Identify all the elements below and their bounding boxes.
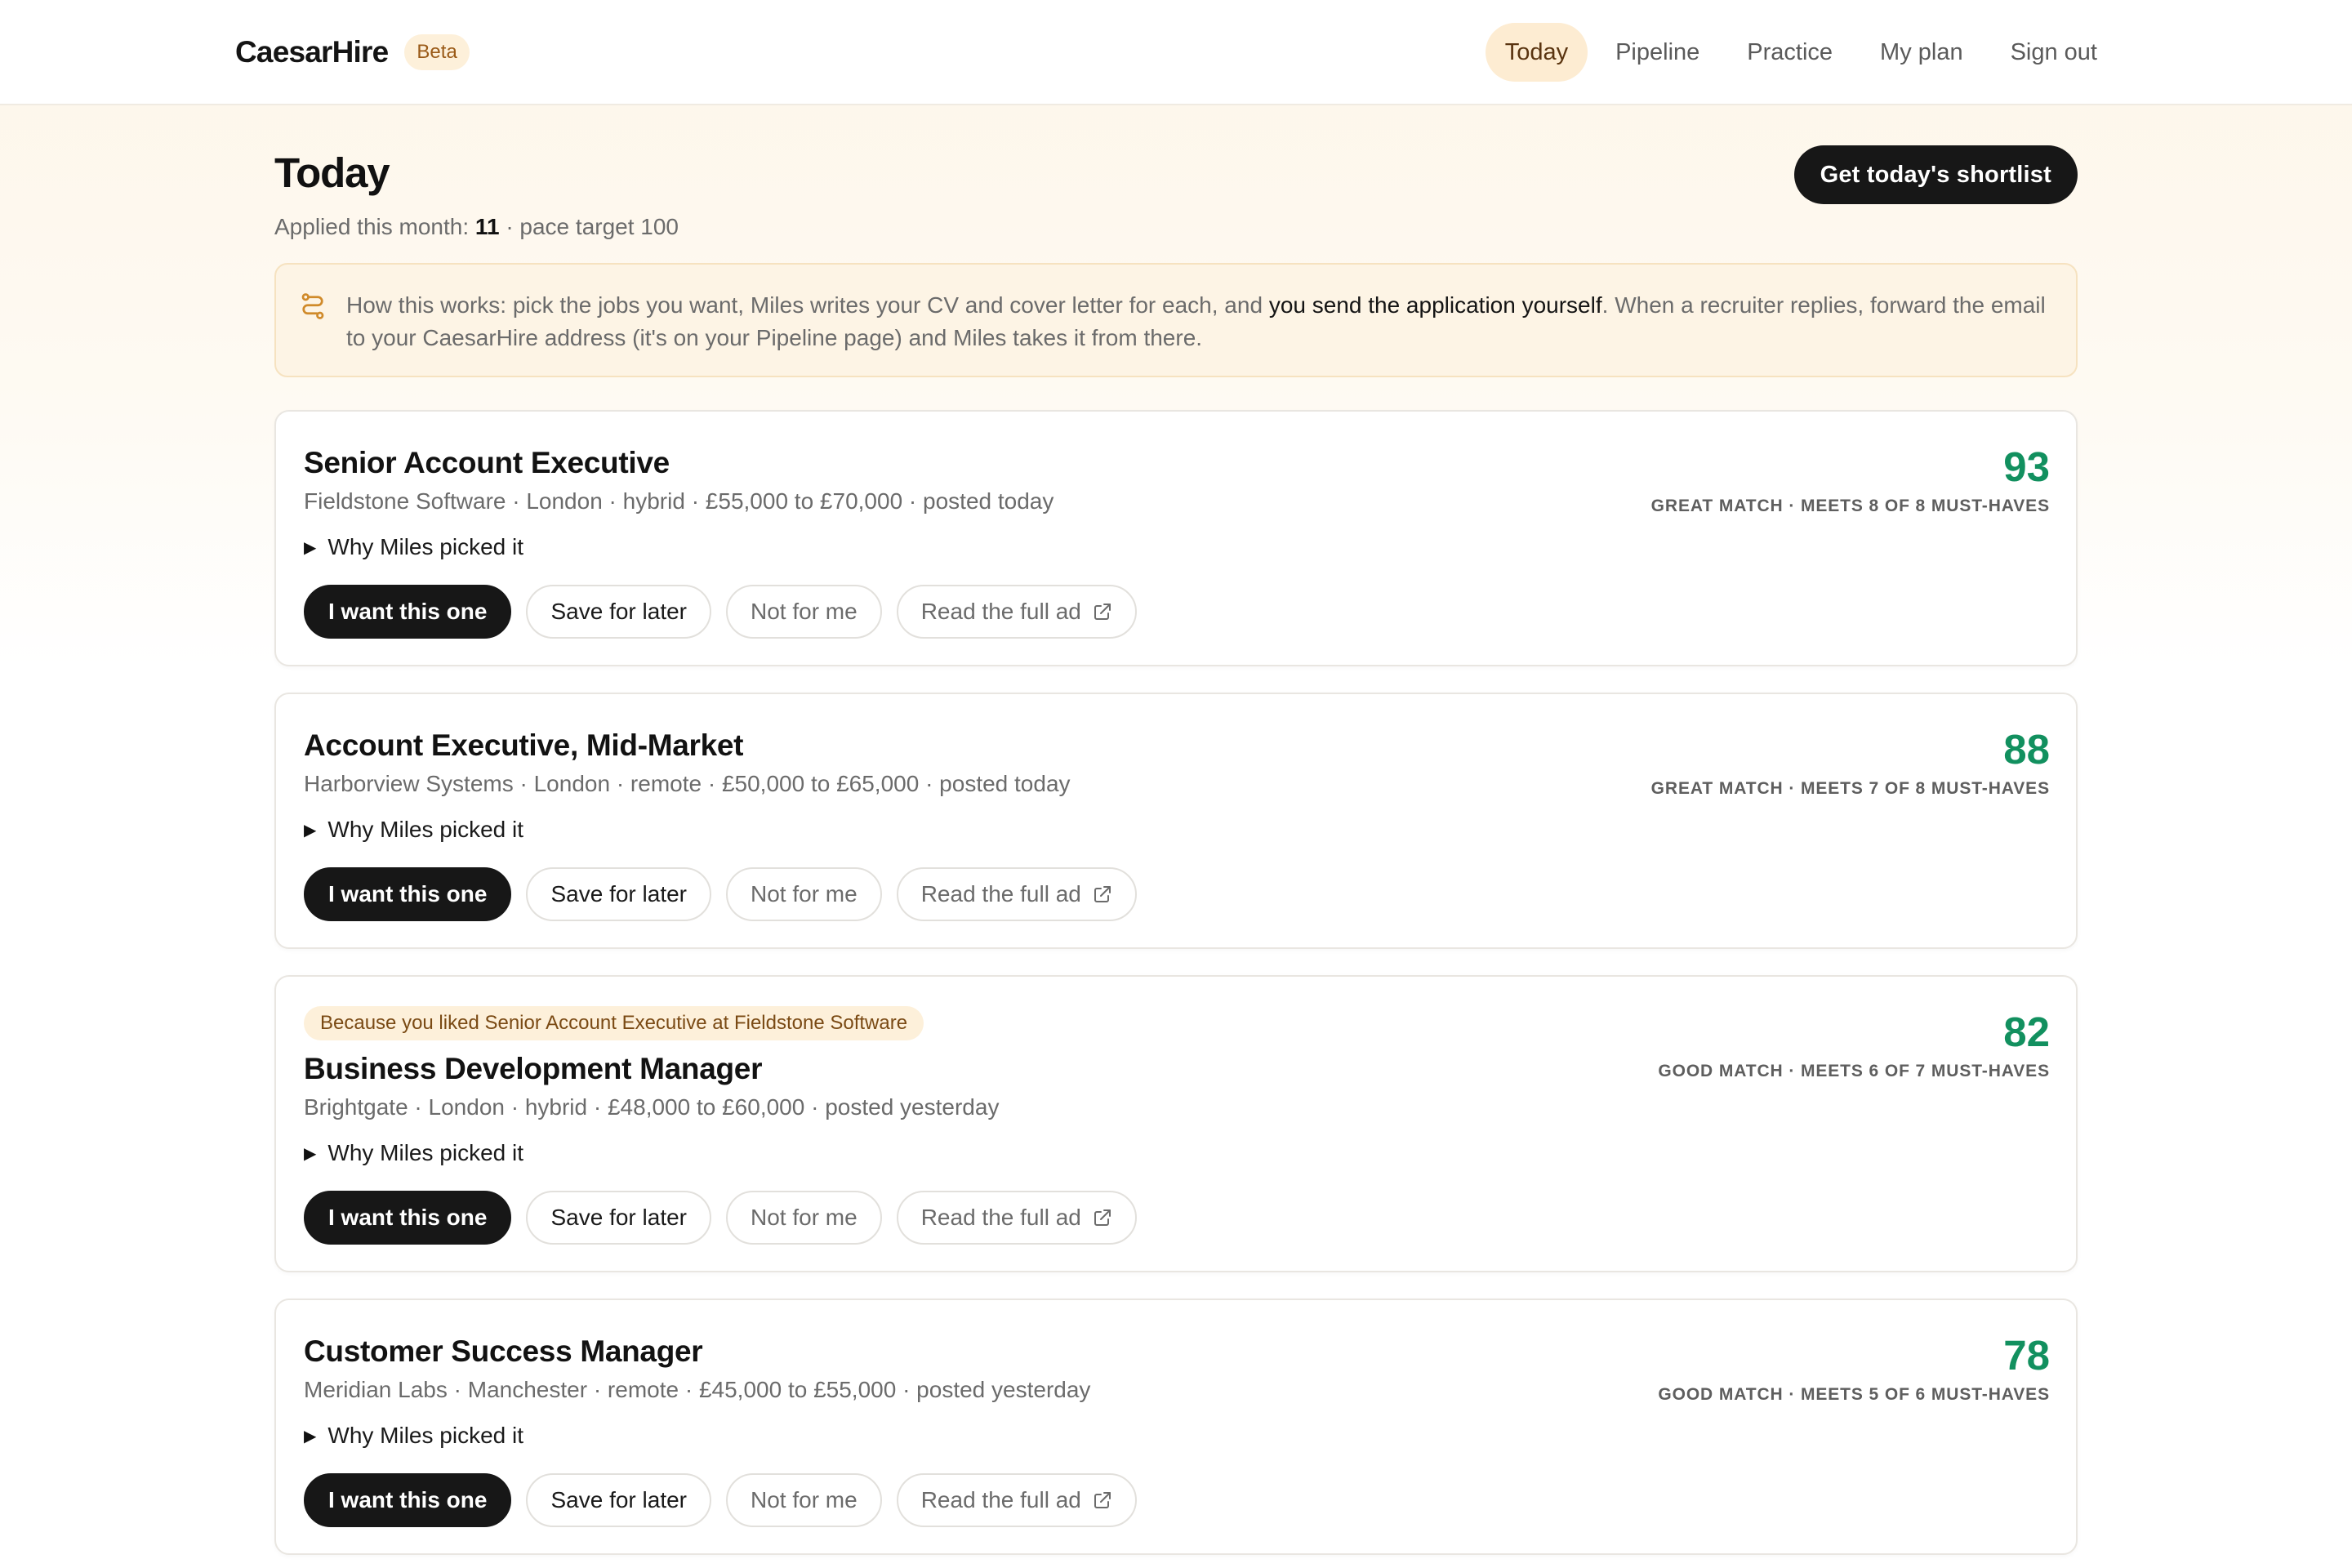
disclosure-triangle-icon: ▶ xyxy=(304,1144,317,1163)
not-for-me-button[interactable]: Not for me xyxy=(726,585,882,639)
not-for-me-button[interactable]: Not for me xyxy=(726,867,882,921)
external-link-icon xyxy=(1094,604,1111,620)
external-link-icon xyxy=(1094,1492,1111,1508)
save-for-later-button[interactable]: Save for later xyxy=(526,867,711,921)
nav-pipeline[interactable]: Pipeline xyxy=(1596,23,1719,82)
job-card: Customer Success Manager Meridian Labs ·… xyxy=(274,1298,2078,1555)
match-summary: GREAT MATCH · MEETS 7 OF 8 MUST-HAVES xyxy=(1650,779,2050,798)
info-emphasis: you send the application yourself xyxy=(1268,292,1602,318)
job-meta: Harborview Systems · London · remote · £… xyxy=(304,771,1071,796)
job-actions: I want this one Save for later Not for m… xyxy=(304,1473,1137,1527)
job-card: Senior Account Executive Fieldstone Soft… xyxy=(274,410,2078,666)
job-actions: I want this one Save for later Not for m… xyxy=(304,867,1137,921)
why-picked-toggle[interactable]: ▶ Why Miles picked it xyxy=(304,1140,523,1166)
job-card: Account Executive, Mid-Market Harborview… xyxy=(274,693,2078,949)
disclosure-triangle-icon: ▶ xyxy=(304,538,317,557)
job-actions: I want this one Save for later Not for m… xyxy=(304,1191,1137,1245)
job-actions: I want this one Save for later Not for m… xyxy=(304,585,1137,639)
external-link-icon xyxy=(1094,1209,1111,1226)
applied-summary: Applied this month: 11 · pace target 100 xyxy=(274,214,679,240)
job-title[interactable]: Account Executive, Mid-Market xyxy=(304,728,744,763)
want-job-button[interactable]: I want this one xyxy=(304,1473,512,1527)
job-card: Because you liked Senior Account Executi… xyxy=(274,975,2078,1272)
job-title[interactable]: Senior Account Executive xyxy=(304,446,670,480)
brand[interactable]: CaesarHire Beta xyxy=(235,31,470,74)
read-full-ad-label: Read the full ad xyxy=(920,881,1081,906)
external-link-icon xyxy=(1094,886,1111,902)
nav-today[interactable]: Today xyxy=(1485,23,1588,82)
page-title: Today xyxy=(274,149,390,196)
read-full-ad-label: Read the full ad xyxy=(920,599,1081,624)
disclosure-triangle-icon: ▶ xyxy=(304,821,317,840)
applied-count: 11 xyxy=(474,214,500,239)
not-for-me-button[interactable]: Not for me xyxy=(726,1473,882,1527)
match-score: 82 xyxy=(2003,1009,2050,1055)
nav-sign-out[interactable]: Sign out xyxy=(1991,23,2117,82)
why-picked-label: Why Miles picked it xyxy=(327,534,524,559)
job-meta: Brightgate · London · hybrid · £48,000 t… xyxy=(304,1094,1000,1120)
disclosure-triangle-icon: ▶ xyxy=(304,1427,317,1446)
why-picked-label: Why Miles picked it xyxy=(327,817,524,842)
job-title[interactable]: Business Development Manager xyxy=(304,1052,762,1086)
match-score: 93 xyxy=(2003,443,2050,490)
how-it-works-text: How this works: pick the jobs you want, … xyxy=(346,292,2046,350)
read-full-ad-button[interactable]: Read the full ad xyxy=(896,867,1137,921)
want-job-button[interactable]: I want this one xyxy=(304,867,512,921)
why-picked-label: Why Miles picked it xyxy=(327,1423,524,1448)
top-bar: CaesarHire Beta Today Pipeline Practice … xyxy=(0,0,2352,105)
get-shortlist-button[interactable]: Get today's shortlist xyxy=(1793,145,2078,204)
match-score: 88 xyxy=(2003,726,2050,773)
job-title[interactable]: Customer Success Manager xyxy=(304,1334,703,1369)
why-picked-label: Why Miles picked it xyxy=(327,1140,524,1165)
pace-target: · pace target 100 xyxy=(506,214,679,239)
route-icon xyxy=(301,293,324,319)
how-it-works-banner: How this works: pick the jobs you want, … xyxy=(274,263,2078,377)
match-summary: GOOD MATCH · MEETS 6 OF 7 MUST-HAVES xyxy=(1658,1062,2050,1080)
why-picked-toggle[interactable]: ▶ Why Miles picked it xyxy=(304,534,523,560)
save-for-later-button[interactable]: Save for later xyxy=(526,1191,711,1245)
why-picked-toggle[interactable]: ▶ Why Miles picked it xyxy=(304,1423,523,1449)
save-for-later-button[interactable]: Save for later xyxy=(526,585,711,639)
beta-badge: Beta xyxy=(404,34,470,70)
match-summary: GREAT MATCH · MEETS 8 OF 8 MUST-HAVES xyxy=(1650,497,2050,515)
job-meta: Fieldstone Software · London · hybrid · … xyxy=(304,488,1054,514)
recommendation-reason-tag: Because you liked Senior Account Executi… xyxy=(304,1006,924,1040)
not-for-me-button[interactable]: Not for me xyxy=(726,1191,882,1245)
main-nav: Today Pipeline Practice My plan Sign out xyxy=(1485,23,2117,82)
match-score: 78 xyxy=(2003,1332,2050,1379)
applied-label: Applied this month: xyxy=(274,214,470,239)
brand-logo-text: CaesarHire xyxy=(235,35,389,69)
save-for-later-button[interactable]: Save for later xyxy=(526,1473,711,1527)
match-summary: GOOD MATCH · MEETS 5 OF 6 MUST-HAVES xyxy=(1658,1385,2050,1404)
job-meta: Meridian Labs · Manchester · remote · £4… xyxy=(304,1377,1091,1402)
read-full-ad-button[interactable]: Read the full ad xyxy=(896,1473,1137,1527)
nav-my-plan[interactable]: My plan xyxy=(1860,23,1983,82)
why-picked-toggle[interactable]: ▶ Why Miles picked it xyxy=(304,817,523,843)
want-job-button[interactable]: I want this one xyxy=(304,585,512,639)
read-full-ad-button[interactable]: Read the full ad xyxy=(896,585,1137,639)
read-full-ad-label: Read the full ad xyxy=(920,1205,1081,1230)
want-job-button[interactable]: I want this one xyxy=(304,1191,512,1245)
nav-practice[interactable]: Practice xyxy=(1727,23,1852,82)
read-full-ad-label: Read the full ad xyxy=(920,1487,1081,1512)
read-full-ad-button[interactable]: Read the full ad xyxy=(896,1191,1137,1245)
